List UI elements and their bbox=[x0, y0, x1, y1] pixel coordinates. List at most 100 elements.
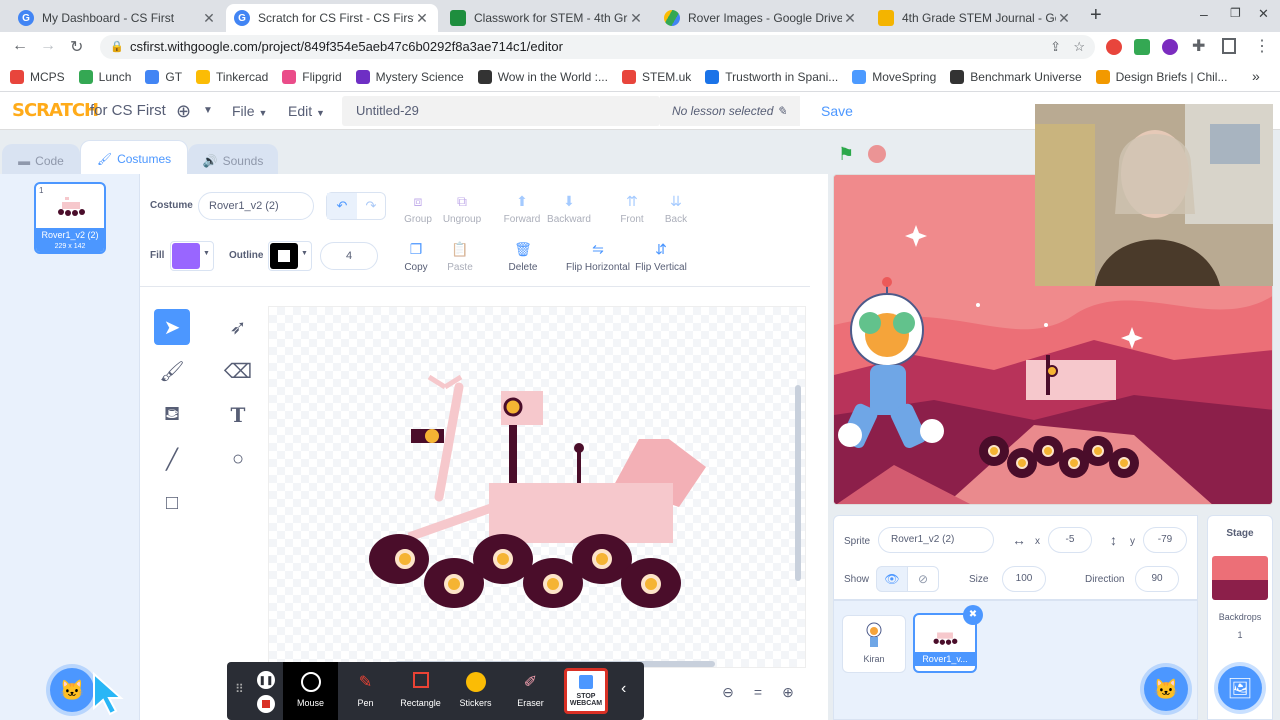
text-tool[interactable]: T bbox=[220, 397, 256, 433]
forward-button[interactable]: ⬆ Forward bbox=[502, 192, 542, 226]
front-button[interactable]: ⇈ Front bbox=[615, 192, 649, 226]
costume-name-input[interactable]: Rover1_v2 (2) bbox=[198, 192, 314, 220]
stop-recording-button[interactable] bbox=[257, 695, 275, 713]
delete-button[interactable]: 🗑 Delete bbox=[503, 240, 543, 274]
stage-selector[interactable]: Stage Backdrops 1 🖼 bbox=[1207, 515, 1273, 720]
close-tab-icon[interactable]: ✕ bbox=[1056, 10, 1072, 27]
eraser-tool[interactable]: ⌫ bbox=[220, 353, 256, 389]
show-visible-button[interactable]: 👁 bbox=[876, 566, 908, 592]
share-icon[interactable]: ⇪ bbox=[1050, 35, 1061, 59]
browser-tab[interactable]: Rover Images - Google Drive ✕ bbox=[656, 4, 866, 32]
pen-tool[interactable]: ✎ Pen bbox=[338, 662, 393, 720]
stickers-tool[interactable]: Stickers bbox=[448, 662, 503, 720]
ungroup-button[interactable]: ⧉ Ungroup bbox=[440, 192, 484, 226]
redo-icon[interactable]: ↷ bbox=[357, 193, 385, 219]
scratch-logo[interactable]: SCRATCH bbox=[12, 92, 99, 130]
forward-icon[interactable]: → bbox=[40, 37, 56, 55]
circle-tool[interactable]: ○ bbox=[220, 441, 256, 477]
group-button[interactable]: ⧈ Group bbox=[400, 192, 436, 226]
y-input[interactable]: -79 bbox=[1143, 527, 1187, 553]
bookmark[interactable]: Wow in the World :... bbox=[477, 69, 608, 84]
extension-icon[interactable] bbox=[1106, 39, 1122, 55]
new-tab-icon[interactable]: + bbox=[1090, 4, 1102, 27]
rectangle-tool[interactable]: □ bbox=[154, 485, 190, 521]
undo-icon[interactable]: ↶ bbox=[327, 193, 357, 219]
drawing-canvas[interactable] bbox=[268, 306, 806, 668]
show-hidden-button[interactable]: ⊘ bbox=[907, 566, 939, 592]
sidebar-icon[interactable] bbox=[1222, 38, 1236, 54]
fill-tool[interactable]: ⛾ bbox=[154, 397, 190, 433]
bookmark[interactable]: Tinkercad bbox=[196, 69, 268, 84]
outline-width-input[interactable]: 4 bbox=[320, 242, 378, 270]
minimize-icon[interactable]: – bbox=[1200, 6, 1208, 22]
copy-button[interactable]: ❐ Copy bbox=[398, 240, 434, 274]
lesson-selector[interactable]: No lesson selected ✎ bbox=[660, 96, 800, 126]
extension-icon[interactable] bbox=[1134, 39, 1150, 55]
rover-drawing[interactable] bbox=[269, 307, 807, 669]
bookmark[interactable]: Trustworth in Spani... bbox=[705, 69, 838, 84]
close-tab-icon[interactable]: ✕ bbox=[414, 10, 430, 27]
select-tool[interactable]: ➤ bbox=[154, 309, 190, 345]
close-tab-icon[interactable]: ✕ bbox=[842, 10, 858, 27]
choose-sprite-button[interactable]: 🐱 bbox=[1144, 667, 1188, 711]
bookmark[interactable]: GT bbox=[145, 69, 182, 84]
size-input[interactable]: 100 bbox=[1002, 566, 1046, 592]
bookmark[interactable]: Lunch bbox=[78, 69, 131, 84]
browser-tab[interactable]: G My Dashboard - CS First ✕ bbox=[10, 4, 225, 32]
project-title-input[interactable]: Untitled-29 bbox=[342, 96, 660, 126]
back-icon[interactable]: ← bbox=[12, 37, 28, 55]
backward-button[interactable]: ⬇ Backward bbox=[546, 192, 592, 226]
more-bookmarks-icon[interactable]: » bbox=[1252, 68, 1260, 84]
x-input[interactable]: -5 bbox=[1048, 527, 1092, 553]
save-button[interactable]: Save bbox=[808, 96, 866, 126]
pause-button[interactable]: ❚❚ bbox=[257, 671, 275, 689]
tab-costumes[interactable]: 🖌 Costumes bbox=[80, 140, 188, 176]
choose-backdrop-button[interactable]: 🖼 bbox=[1218, 666, 1262, 710]
costume-tile[interactable]: 1 Rover1_v2 (2) 229 x 142 bbox=[34, 182, 106, 254]
stop-webcam-button[interactable]: STOP WEBCAM bbox=[564, 668, 608, 714]
delete-sprite-button[interactable]: ✖ bbox=[963, 605, 983, 625]
line-tool[interactable]: ╱ bbox=[154, 441, 190, 477]
close-tab-icon[interactable]: ✕ bbox=[628, 10, 644, 27]
extension-icon[interactable] bbox=[1162, 39, 1178, 55]
close-tab-icon[interactable]: ✕ bbox=[201, 10, 217, 27]
sprite-tile-kiran[interactable]: Kiran bbox=[842, 615, 906, 673]
reshape-tool[interactable]: ➶ bbox=[220, 309, 256, 345]
browser-tab-active[interactable]: G Scratch for CS First - CS First ✕ bbox=[226, 4, 438, 32]
bookmark[interactable]: MCPS bbox=[10, 69, 65, 84]
drag-handle-icon[interactable]: ⠿ bbox=[235, 682, 244, 696]
close-window-icon[interactable]: ✕ bbox=[1258, 6, 1269, 22]
choose-costume-button[interactable]: 🐱 bbox=[50, 668, 94, 712]
tab-code[interactable]: ▬ Code bbox=[2, 144, 80, 176]
browser-menu-icon[interactable]: ⋮ bbox=[1254, 36, 1270, 56]
zoom-reset-button[interactable]: = bbox=[744, 680, 772, 704]
star-icon[interactable]: ☆ bbox=[1073, 35, 1085, 59]
file-menu[interactable]: File ▼ bbox=[232, 92, 267, 130]
paste-button[interactable]: 📋 Paste bbox=[442, 240, 478, 274]
green-flag-button[interactable]: ⚑ bbox=[838, 144, 854, 165]
zoom-out-button[interactable]: ⊖ bbox=[714, 680, 742, 704]
rectangle-annotate-tool[interactable]: Rectangle bbox=[393, 662, 448, 720]
puzzle-icon[interactable]: ✚ bbox=[1192, 36, 1205, 56]
reload-icon[interactable]: ↻ bbox=[70, 37, 83, 57]
fill-color-picker[interactable]: ▼ bbox=[170, 241, 214, 271]
mouse-tool[interactable]: Mouse bbox=[283, 662, 338, 720]
back-button[interactable]: ⇊ Back bbox=[659, 192, 693, 226]
vertical-scrollbar[interactable] bbox=[795, 385, 801, 581]
zoom-in-button[interactable]: ⊕ bbox=[774, 680, 802, 704]
bookmark[interactable]: MoveSpring bbox=[852, 69, 936, 84]
url-field[interactable]: 🔒 csfirst.withgoogle.com/project/849f354… bbox=[100, 35, 1095, 59]
globe-icon[interactable]: ⊕ bbox=[176, 92, 191, 130]
restore-icon[interactable]: ❐ bbox=[1230, 6, 1241, 20]
browser-tab[interactable]: Classwork for STEM - 4th Grade ✕ bbox=[442, 4, 652, 32]
edit-menu[interactable]: Edit ▼ bbox=[288, 92, 325, 130]
direction-input[interactable]: 90 bbox=[1135, 566, 1179, 592]
chevron-down-icon[interactable]: ▼ bbox=[203, 92, 213, 130]
collapse-toolbar-icon[interactable]: ‹ bbox=[621, 680, 626, 698]
bookmark[interactable]: Benchmark Universe bbox=[950, 69, 1082, 84]
stop-button[interactable] bbox=[868, 145, 886, 163]
sprite-name-input[interactable]: Rover1_v2 (2) bbox=[878, 527, 994, 553]
brush-tool[interactable]: 🖌 bbox=[154, 353, 190, 389]
bookmark[interactable]: Flipgrid bbox=[282, 69, 342, 84]
flip-horizontal-button[interactable]: ⇋ Flip Horizontal bbox=[566, 240, 630, 274]
